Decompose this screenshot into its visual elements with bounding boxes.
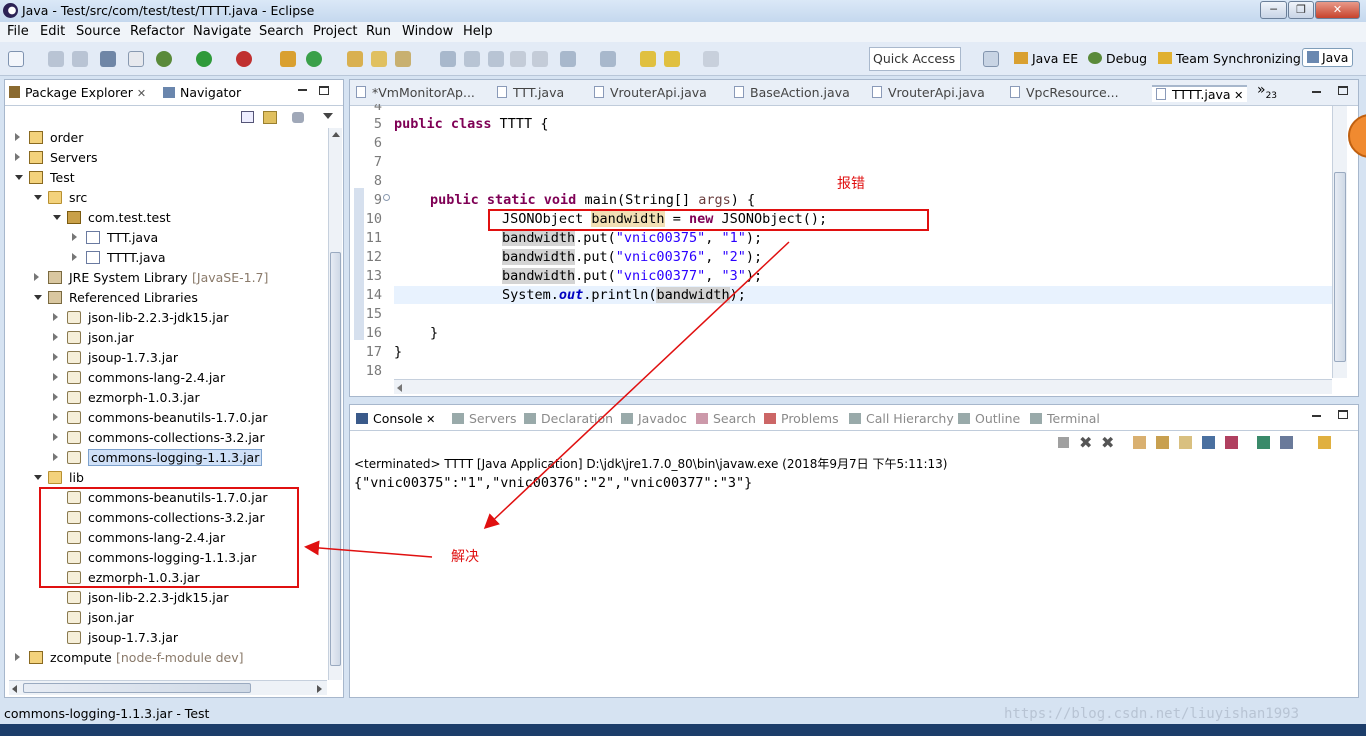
annotation-arrows <box>304 241 790 558</box>
taskbar <box>0 724 1366 736</box>
arrow-error-to-console <box>483 241 790 530</box>
arrow-fix-to-lib <box>304 540 433 558</box>
status-text: commons-logging-1.1.3.jar - Test <box>4 706 210 721</box>
watermark: https://blog.csdn.net/liuyishan1993 <box>1004 706 1300 722</box>
status-bar: commons-logging-1.1.3.jar - Test https:/… <box>0 702 1366 724</box>
